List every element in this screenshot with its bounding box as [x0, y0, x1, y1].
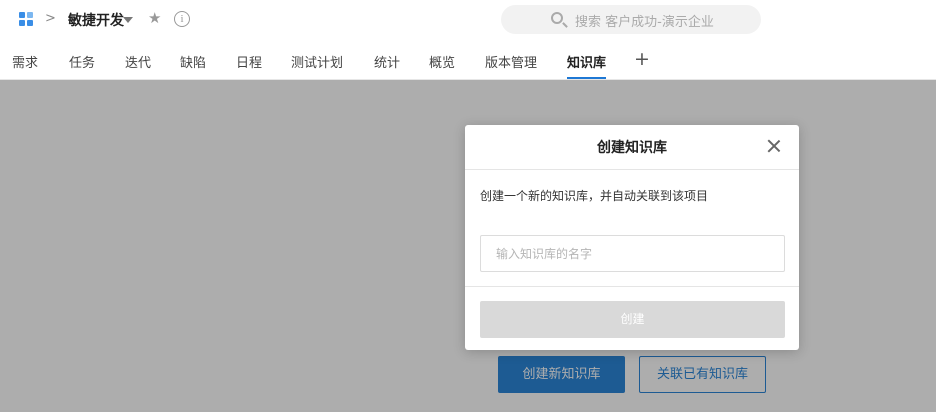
- tab-test-plan[interactable]: 测试计划: [291, 52, 343, 71]
- star-icon[interactable]: ★: [148, 9, 161, 27]
- apps-grid-icon[interactable]: [19, 12, 35, 28]
- chevron-down-icon[interactable]: [123, 17, 133, 23]
- create-button[interactable]: 创建: [480, 301, 785, 338]
- tab-schedule[interactable]: 日程: [236, 52, 262, 71]
- close-icon[interactable]: [767, 139, 781, 153]
- active-tab-indicator: [567, 77, 606, 79]
- tab-version-management[interactable]: 版本管理: [485, 52, 537, 71]
- tab-iterations[interactable]: 迭代: [125, 52, 151, 71]
- top-bar: > 敏捷开发 ★ i 搜索 客户成功-演示企业: [0, 0, 936, 40]
- tab-overview[interactable]: 概览: [429, 52, 455, 71]
- tab-requirements[interactable]: 需求: [12, 52, 38, 71]
- dialog-description: 创建一个新的知识库，并自动关联到该项目: [480, 189, 709, 203]
- search-placeholder: 搜索 客户成功-演示企业: [575, 15, 714, 30]
- tab-tasks[interactable]: 任务: [69, 52, 95, 71]
- knowledge-base-name-input[interactable]: [480, 235, 785, 272]
- search-box[interactable]: 搜索 客户成功-演示企业: [501, 5, 761, 34]
- tab-statistics[interactable]: 统计: [374, 52, 400, 71]
- tab-bar: 需求 任务 迭代 缺陷 日程 测试计划 统计 概览 版本管理 知识库 +: [0, 40, 936, 80]
- search-icon: [551, 12, 563, 24]
- breadcrumb-separator: >: [45, 11, 56, 26]
- dialog-header-divider: [465, 169, 799, 170]
- tab-defects[interactable]: 缺陷: [180, 52, 206, 71]
- create-knowledge-base-dialog: 创建知识库 创建一个新的知识库，并自动关联到该项目 创建: [465, 125, 799, 350]
- add-tab-icon[interactable]: +: [634, 48, 650, 70]
- dialog-footer-divider: [465, 286, 799, 287]
- info-icon[interactable]: i: [174, 11, 190, 27]
- tab-knowledge-base[interactable]: 知识库: [567, 52, 606, 71]
- project-name[interactable]: 敏捷开发: [68, 10, 124, 30]
- dialog-title: 创建知识库: [597, 140, 667, 156]
